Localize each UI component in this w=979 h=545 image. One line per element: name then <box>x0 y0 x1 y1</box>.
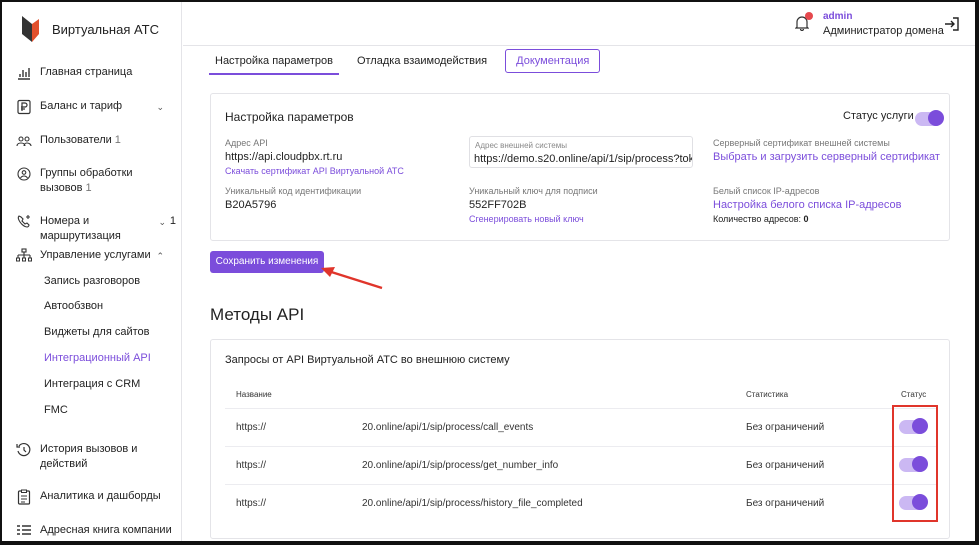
panel-title: Настройка параметров <box>225 110 354 124</box>
external-address-field[interactable]: Адрес внешней системы https://demo.s20.o… <box>469 136 693 168</box>
sidebar-item-address-book[interactable]: Адресная книга компании <box>16 523 176 539</box>
app-name: Виртуальная АТС <box>52 21 159 37</box>
notification-dot <box>805 12 813 20</box>
sign-key-label: Уникальный ключ для подписи <box>469 186 598 196</box>
sidebar-item-label: История вызовов и действий <box>40 443 138 470</box>
tab-bar: Настройка параметров Отладка взаимодейст… <box>209 49 618 75</box>
field-label: Адрес внешней системы <box>475 141 567 150</box>
unique-code-label: Уникальный код идентификации <box>225 186 362 196</box>
user-role: Администратор домена <box>823 25 944 37</box>
field-value: https://demo.s20.online/api/1/sip/proces… <box>474 153 693 165</box>
tab-debug[interactable]: Отладка взаимодействия <box>357 49 487 75</box>
table-row: https:// 20.online/api/1/sip/process/cal… <box>225 408 937 446</box>
logo[interactable]: Виртуальная АТС <box>20 14 159 44</box>
generate-key-link[interactable]: Сгенерировать новый ключ <box>469 214 584 224</box>
count-badge: 1 <box>114 134 121 146</box>
user-name[interactable]: admin <box>823 11 852 22</box>
sidebar-item-label: Адресная книга компании <box>40 524 172 536</box>
sidebar-item-numbers[interactable]: Номера и маршрутизация 1 ⌄ <box>16 214 176 244</box>
methods-panel: Запросы от API Виртуальной АТС во внешню… <box>210 339 950 539</box>
table-row: https:// 20.online/api/1/sip/process/his… <box>225 484 937 522</box>
column-header-status: Статус <box>901 390 927 399</box>
chevron-down-icon[interactable]: ⌄ <box>158 215 166 230</box>
sidebar-item-label: Баланс и тариф <box>40 100 123 112</box>
annotation-arrow <box>321 267 383 290</box>
method-stats: Без ограничений <box>746 460 825 471</box>
url-prefix: https:// <box>236 460 267 471</box>
method-stats: Без ограничений <box>746 422 825 433</box>
panel-title: Запросы от API Виртуальной АТС во внешню… <box>225 354 510 366</box>
sidebar-item-label: Управление услугами <box>40 249 151 261</box>
save-button[interactable]: Сохранить изменения <box>210 251 324 273</box>
main-content: Настройка параметров Отладка взаимодейст… <box>183 47 975 541</box>
chart-bars-icon <box>18 68 30 80</box>
sidebar-subitem-integration-api[interactable]: Интеграционный API <box>44 352 151 364</box>
sidebar: Виртуальная АТС Главная страница Баланс … <box>2 2 182 541</box>
method-url: 20.online/api/1/sip/process/call_events <box>362 422 534 433</box>
tab-settings[interactable]: Настройка параметров <box>209 49 339 75</box>
url-prefix: https:// <box>236 498 267 509</box>
sidebar-subitem-widgets[interactable]: Виджеты для сайтов <box>44 326 150 338</box>
hierarchy-icon <box>16 248 32 262</box>
upload-cert-link[interactable]: Выбрать и загрузить серверный сертификат <box>713 151 940 163</box>
topbar: admin Администратор домена <box>183 2 975 46</box>
sidebar-item-history[interactable]: История вызовов и действий <box>16 442 176 472</box>
count-badge: 1 <box>85 182 92 194</box>
sidebar-item-label: Группы обработки вызовов 1 <box>40 167 133 194</box>
section-heading: Методы API <box>210 305 305 324</box>
app-window: Виртуальная АТС Главная страница Баланс … <box>0 0 979 545</box>
service-status-toggle[interactable] <box>915 110 944 126</box>
logo-icon <box>22 16 39 42</box>
whitelist-link[interactable]: Настройка белого списка IP-адресов <box>713 199 901 211</box>
method-url: 20.online/api/1/sip/process/history_file… <box>362 498 583 509</box>
sidebar-subitem-autodial[interactable]: Автообзвон <box>44 300 103 312</box>
sidebar-subitem-recording[interactable]: Запись разговоров <box>44 275 140 287</box>
phone-routing-icon <box>17 215 30 228</box>
call-group-icon <box>17 167 31 181</box>
annotation-highlight-box <box>892 405 938 522</box>
address-count: Количество адресов: 0 <box>713 214 809 224</box>
sidebar-item-call-groups[interactable]: Группы обработки вызовов 1 <box>16 166 176 196</box>
chevron-up-icon[interactable]: ⌃ <box>156 249 164 264</box>
sidebar-item-label: Главная страница <box>40 66 133 78</box>
sidebar-item-balance[interactable]: Баланс и тариф ⌄ <box>16 99 176 115</box>
ruble-icon <box>17 99 31 115</box>
users-icon <box>16 136 32 147</box>
sidebar-item-home[interactable]: Главная страница <box>16 65 176 81</box>
server-cert-label: Серверный сертификат внешней системы <box>713 138 890 148</box>
tab-documentation[interactable]: Документация <box>505 49 601 73</box>
sidebar-item-label: Номера и маршрутизация <box>40 215 121 242</box>
sidebar-item-services[interactable]: Управление услугами ⌃ <box>16 248 176 264</box>
sidebar-item-analytics[interactable]: Аналитика и дашборды <box>16 489 176 505</box>
column-header-name: Название <box>236 390 272 399</box>
address-book-icon <box>17 525 31 535</box>
toggle-knob <box>928 110 944 126</box>
sidebar-item-label: Аналитика и дашборды <box>40 490 161 502</box>
logout-icon[interactable] <box>944 16 960 32</box>
service-status-label: Статус услуги <box>843 110 914 122</box>
url-prefix: https:// <box>236 422 267 433</box>
sign-key-value: 552FF702B <box>469 199 527 211</box>
download-cert-link[interactable]: Скачать сертификат API Виртуальной АТС <box>225 166 404 176</box>
chevron-down-icon[interactable]: ⌄ <box>156 100 164 115</box>
sidebar-item-users[interactable]: Пользователи 1 <box>16 133 176 149</box>
sidebar-subitem-fmc[interactable]: FMC <box>44 404 68 416</box>
api-address-label: Адрес API <box>225 138 268 148</box>
unique-code-value: B20A5796 <box>225 199 277 211</box>
whitelist-label: Белый список IP-адресов <box>713 186 820 196</box>
api-address-value: https://api.cloudpbx.rt.ru <box>225 151 343 163</box>
method-url: 20.online/api/1/sip/process/get_number_i… <box>362 460 559 471</box>
clipboard-icon <box>17 489 31 505</box>
column-header-stats: Статистика <box>746 390 789 399</box>
table-row: https:// 20.online/api/1/sip/process/get… <box>225 446 937 484</box>
settings-panel: Настройка параметров Статус услуги Адрес… <box>210 93 950 241</box>
method-stats: Без ограничений <box>746 498 825 509</box>
history-icon <box>16 442 31 457</box>
sidebar-subitem-crm[interactable]: Интеграция с CRM <box>44 378 140 390</box>
count-badge: 1 <box>169 215 176 227</box>
sidebar-item-label: Пользователи <box>40 134 112 146</box>
